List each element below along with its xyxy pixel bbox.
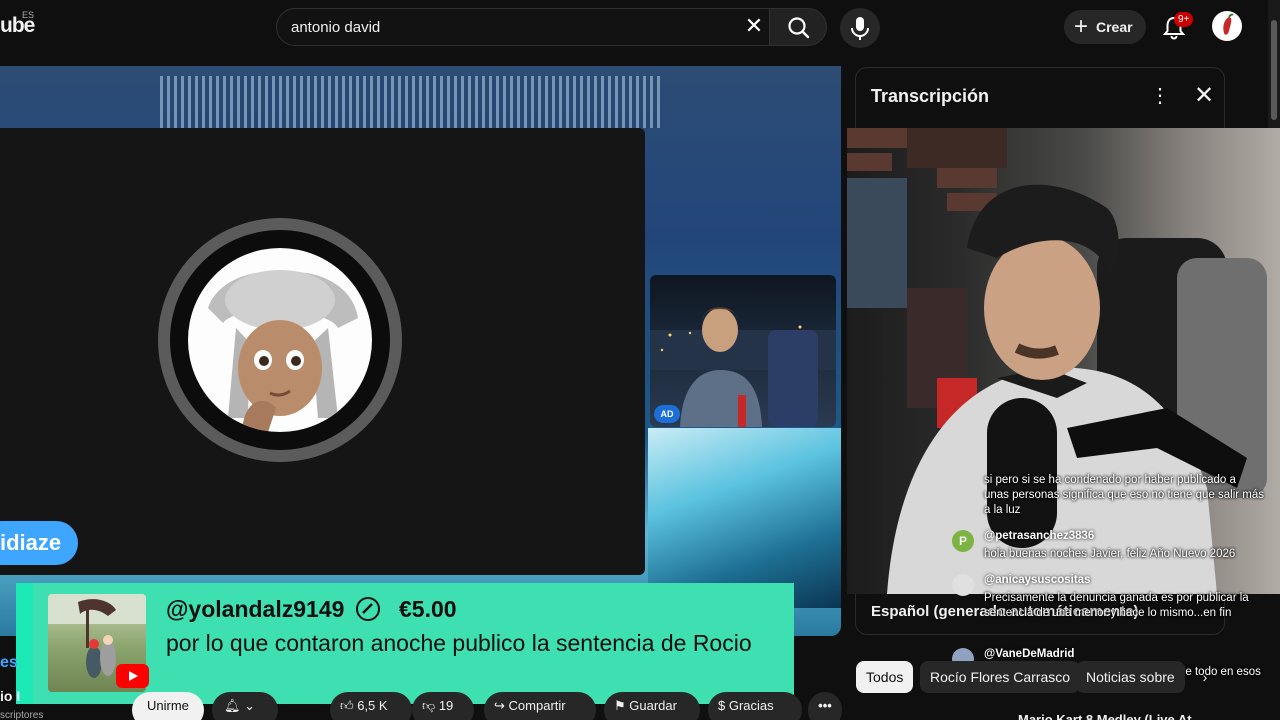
plus-icon: +: [1074, 13, 1089, 40]
ocean-background: [648, 428, 841, 608]
subscriber-count-fragment: scriptores: [0, 710, 44, 720]
search-input[interactable]: antonio david: [291, 19, 380, 36]
chat-author: @VaneDeMadrid: [984, 648, 1075, 660]
chips-next-button[interactable]: ›: [1190, 661, 1220, 693]
chat-author: @anicaysuscositas: [984, 574, 1091, 586]
super-chat-amount: €5.00: [399, 596, 457, 622]
share-button[interactable]: ↪ Compartir: [484, 692, 596, 720]
join-button[interactable]: Unirme: [132, 692, 204, 720]
more-vertical-icon: ⋮: [1150, 85, 1170, 107]
channel-name-fragment[interactable]: io I: [0, 688, 20, 704]
chat-author: @petrasanchez3836: [984, 530, 1095, 542]
chip-all[interactable]: Todos: [856, 661, 914, 693]
super-chat-username: @yolandalz9149: [166, 596, 345, 622]
channel-name-pill: idiaze: [0, 521, 78, 565]
close-icon: ✕: [744, 13, 764, 38]
next-video-title[interactable]: Mario Kart 8 Medley (Live At: [1018, 712, 1192, 720]
dislike-count: 19: [438, 698, 454, 713]
search-icon: [788, 17, 810, 39]
create-button[interactable]: + Crear: [1064, 10, 1146, 44]
transcript-more-button[interactable]: ⋮: [1150, 84, 1170, 108]
profile-picture-frame: [158, 218, 402, 462]
chevron-down-icon: ⌄: [244, 698, 256, 713]
share-icon: ↪: [494, 698, 505, 713]
moderator-slash-icon: [356, 597, 380, 621]
page-scrollbar-thumb[interactable]: [1271, 20, 1277, 120]
chat-message: si pero si se ha condenado por haber pub…: [984, 474, 1265, 516]
guest-camera-inset: AD: [650, 275, 836, 427]
more-horizontal-icon: •••: [818, 698, 832, 713]
save-label: Guardar: [629, 698, 677, 713]
streamer-webcam: [847, 128, 1280, 594]
chip-news[interactable]: Noticias sobre: [1076, 661, 1185, 693]
create-label: Crear: [1096, 19, 1133, 35]
subscription-bell-button[interactable]: 🔔︎ ⌄: [212, 692, 278, 720]
ad-badge: AD: [654, 405, 680, 423]
background-stripes: [160, 76, 660, 128]
bookmark-icon: ⚑: [614, 698, 626, 713]
chat-message: Precisamente la denuncia ganada es por p…: [984, 592, 1249, 619]
like-count: 6,5 K: [357, 698, 388, 713]
thanks-icon: $: [718, 698, 726, 713]
channel-fragment[interactable]: es: [0, 654, 18, 672]
video-player[interactable]: idiaze AD: [0, 66, 841, 636]
more-actions-button[interactable]: •••: [808, 692, 842, 720]
region-code: ES: [22, 10, 35, 20]
transcript-close-button[interactable]: ✕: [1192, 82, 1216, 110]
chat-message: hola buenas noches Javier, feliz Año Nue…: [984, 548, 1236, 560]
chat-avatar: P: [952, 530, 974, 552]
youtube-play-icon: [116, 664, 149, 688]
top-bar: ube ES antonio david ✕ + Crear 9+: [0, 0, 1280, 56]
thumbs-up-icon: 👍︎: [340, 698, 354, 713]
chili-pepper-icon: [1223, 13, 1234, 35]
voice-search-button[interactable]: [840, 8, 880, 48]
search-box[interactable]: antonio david: [276, 8, 770, 46]
memoji-avatar: [188, 248, 372, 432]
youtube-watch-page: ube ES antonio david ✕ + Crear 9+ idiaze…: [0, 0, 1280, 720]
transcript-title: Transcripción: [871, 86, 990, 106]
search-button[interactable]: [769, 8, 827, 46]
thumbs-down-icon: 👎︎: [422, 698, 436, 713]
notification-badge: 9+: [1174, 12, 1194, 27]
share-label: Compartir: [508, 698, 566, 713]
like-button[interactable]: 👍︎ 6,5 K: [330, 692, 412, 720]
chip-rocio-flores[interactable]: Rocío Flores Carrasco: [920, 661, 1081, 693]
thanks-button[interactable]: $ Gracias: [708, 692, 802, 720]
account-avatar[interactable]: [1212, 11, 1242, 41]
super-chat-message: por lo que contaron anoche publico la se…: [166, 630, 752, 656]
microphone-icon: [851, 17, 869, 40]
clear-search-button[interactable]: ✕: [740, 12, 768, 40]
dislike-button[interactable]: 👎︎ 19: [412, 692, 474, 720]
join-label: Unirme: [147, 698, 189, 713]
close-icon: ✕: [1193, 82, 1215, 109]
bell-icon: 🔔︎: [224, 698, 241, 713]
thanks-label: Gracias: [728, 698, 774, 713]
chevron-right-icon: ›: [1202, 669, 1208, 685]
save-button[interactable]: ⚑ Guardar: [604, 692, 700, 720]
chat-avatar: [952, 574, 974, 596]
